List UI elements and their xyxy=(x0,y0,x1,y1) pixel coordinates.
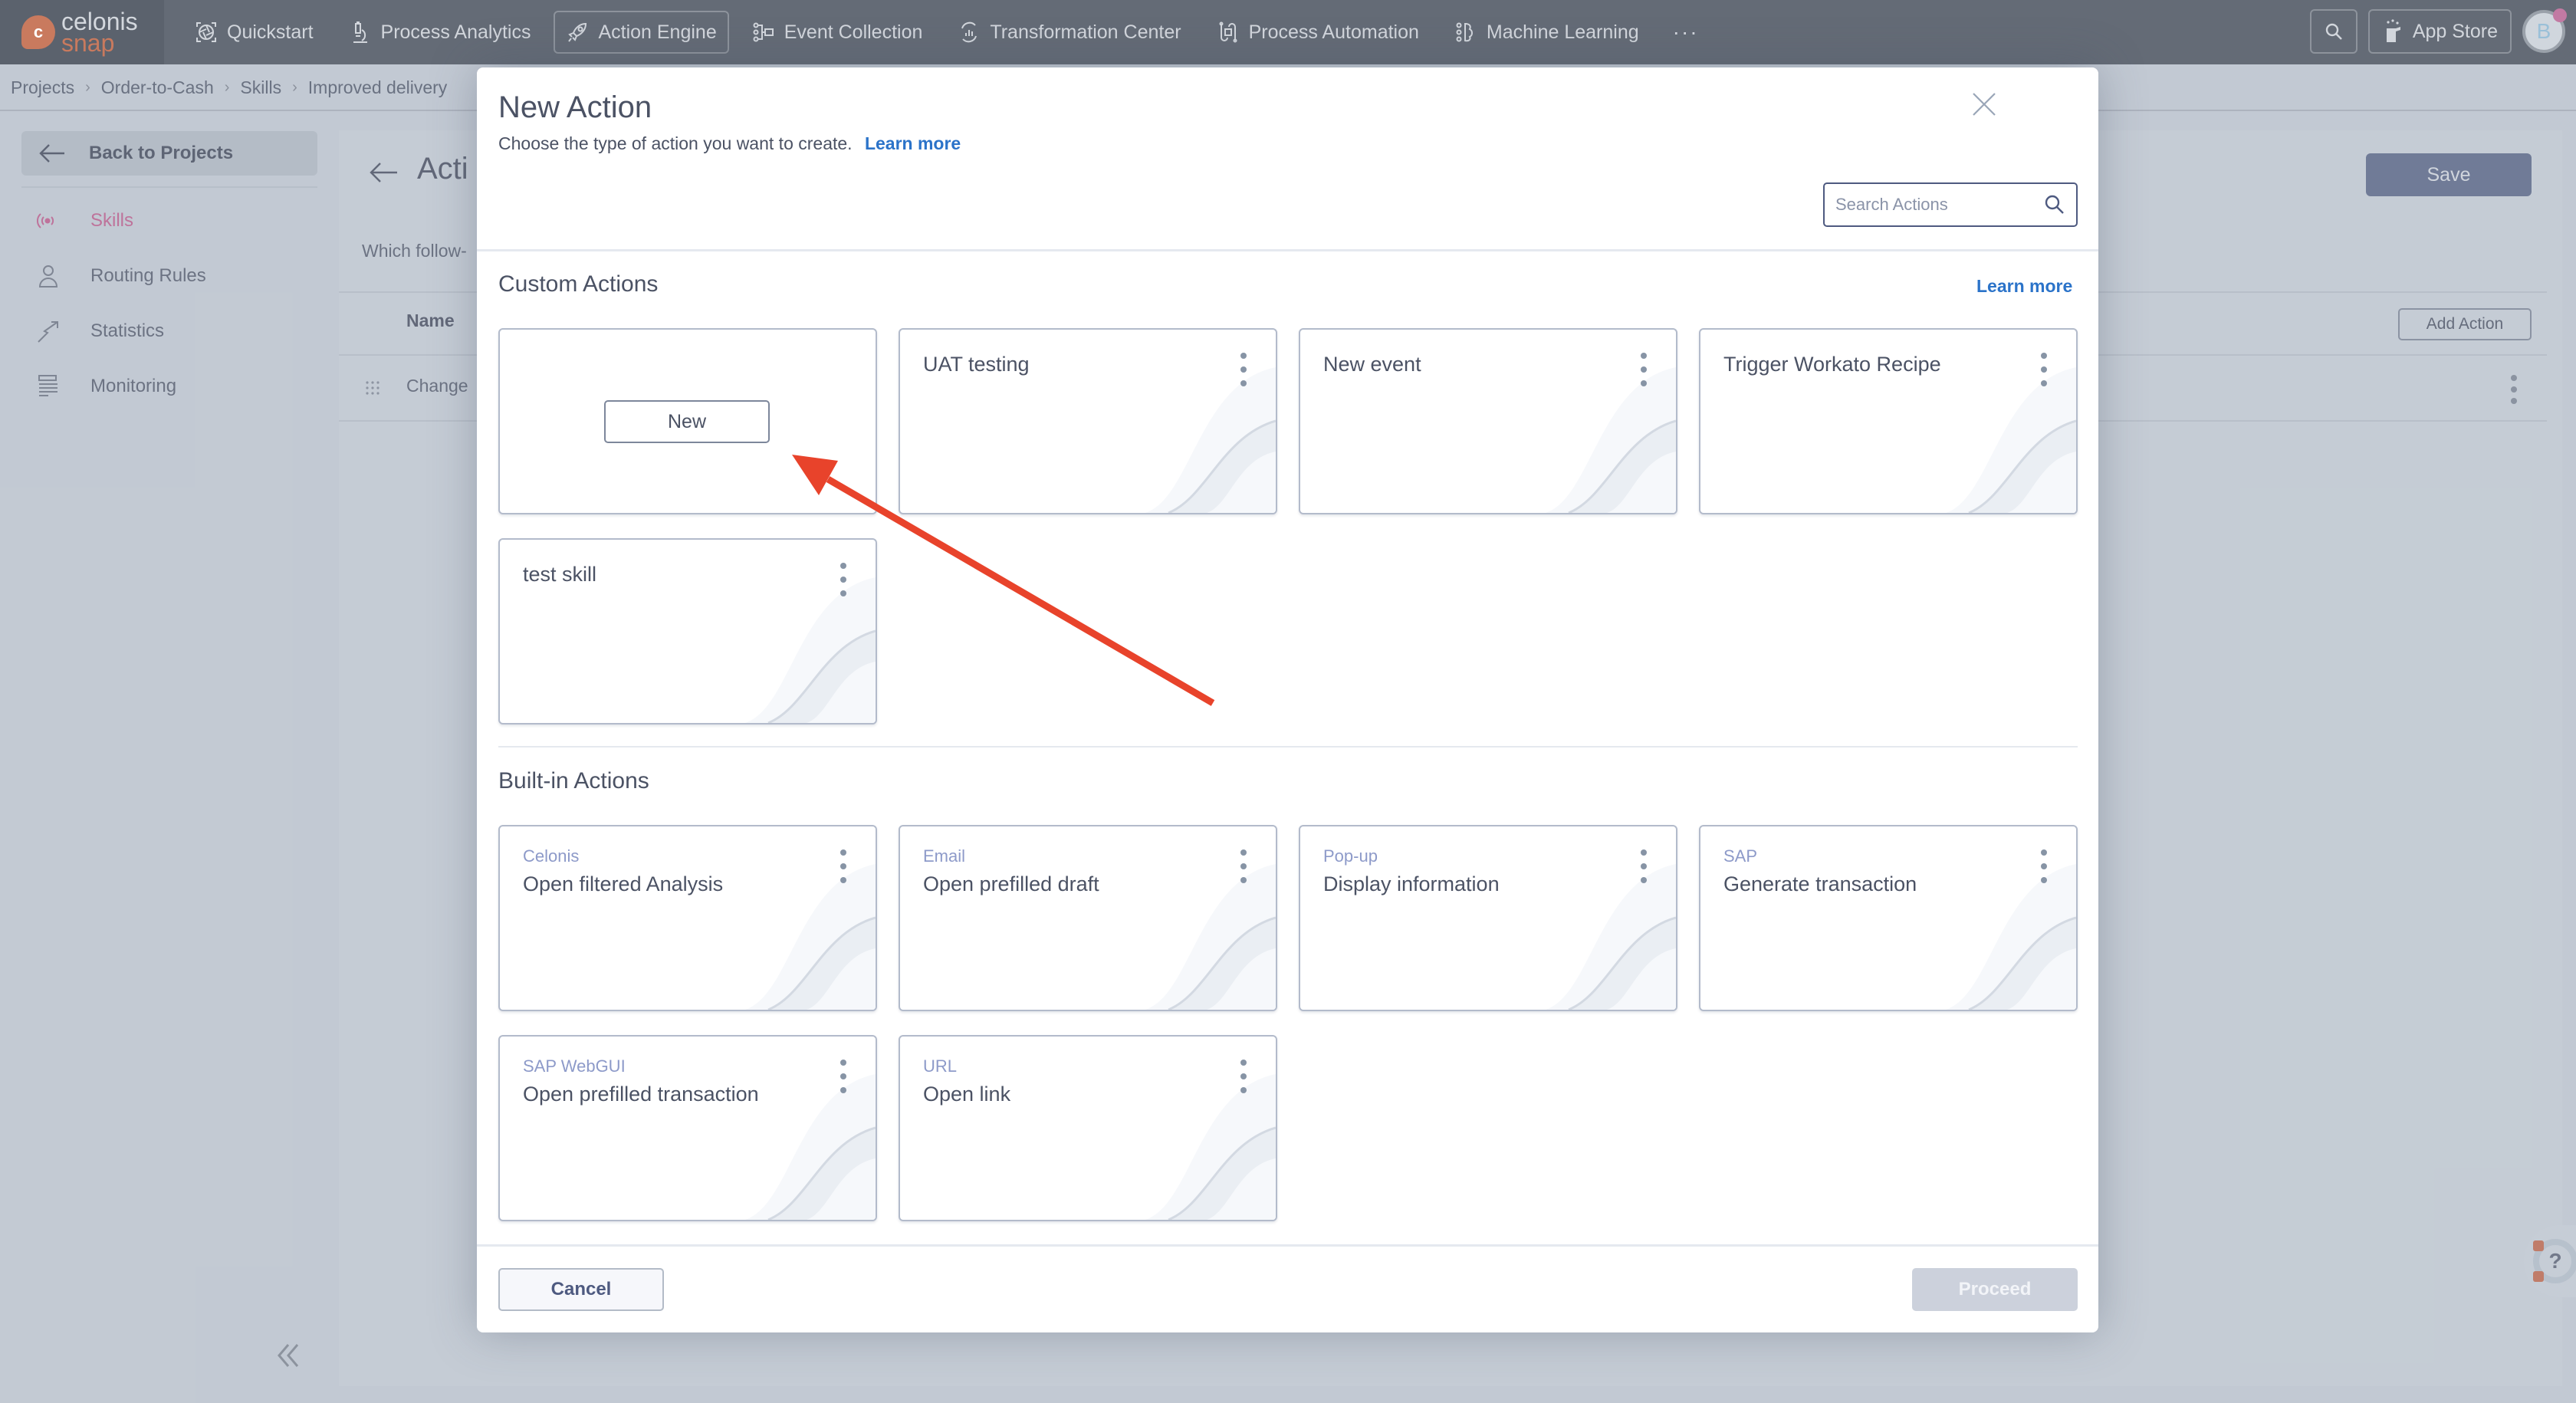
section-divider xyxy=(498,746,2078,748)
card-title: Open prefilled draft xyxy=(923,872,1099,895)
nav-label: Action Engine xyxy=(598,21,717,43)
builtin-action-card[interactable]: Celonis Open filtered Analysis xyxy=(498,825,877,1011)
new-action-modal: New Action Choose the type of action you… xyxy=(477,67,2098,1332)
event-collection-icon xyxy=(752,21,775,44)
builtin-action-card[interactable]: URL Open link xyxy=(899,1035,1277,1221)
card-more-options-icon[interactable] xyxy=(1239,353,1248,386)
microscope-icon xyxy=(349,21,372,44)
nav-action-engine[interactable]: Action Engine xyxy=(554,11,729,54)
card-wave-decoration xyxy=(745,864,876,1010)
nav-label: Transformation Center xyxy=(990,21,1181,43)
card-wave-decoration xyxy=(1946,864,2076,1010)
search-icon xyxy=(2045,195,2064,214)
modal-footer-divider xyxy=(477,1244,2098,1247)
custom-actions-learn-more-link[interactable]: Learn more xyxy=(1976,276,2072,297)
card-category: Pop-up xyxy=(1323,846,1378,866)
nav-label: Process Analytics xyxy=(380,21,531,43)
modal-title: New Action xyxy=(498,90,652,124)
user-avatar[interactable]: B xyxy=(2522,8,2567,53)
nav-label: Process Automation xyxy=(1248,21,1419,43)
card-category: SAP WebGUI xyxy=(523,1056,626,1076)
global-search-button[interactable] xyxy=(2309,9,2358,54)
search-icon xyxy=(2325,23,2342,40)
card-more-options-icon[interactable] xyxy=(2039,849,2049,883)
nav-label: Event Collection xyxy=(784,21,923,43)
builtin-action-card[interactable]: Pop-up Display information xyxy=(1299,825,1677,1011)
app-store-icon xyxy=(2386,19,2400,42)
card-more-options-icon[interactable] xyxy=(839,1060,848,1093)
main-nav: Quickstart Process Analytics Action Engi… xyxy=(164,0,1710,64)
card-category: Celonis xyxy=(523,846,580,866)
card-wave-decoration xyxy=(1145,367,1276,513)
notification-dot xyxy=(2553,8,2567,22)
card-title: Open prefilled transaction xyxy=(523,1083,759,1106)
card-more-options-icon[interactable] xyxy=(839,849,848,883)
more-nav-button[interactable]: ··· xyxy=(1662,20,1710,44)
card-more-options-icon[interactable] xyxy=(1639,353,1648,386)
nav-event-collection[interactable]: Event Collection xyxy=(740,11,935,54)
nav-label: Quickstart xyxy=(227,21,314,43)
card-title: test skill xyxy=(523,563,597,586)
proceed-button[interactable]: Proceed xyxy=(1912,1268,2078,1311)
builtin-action-card[interactable]: SAP Generate transaction xyxy=(1699,825,2078,1011)
card-more-options-icon[interactable] xyxy=(839,563,848,596)
logo-text-snap: snap xyxy=(61,29,115,57)
nav-process-automation[interactable]: Process Automation xyxy=(1204,11,1431,54)
custom-actions-heading: Custom Actions xyxy=(498,271,659,297)
card-more-options-icon[interactable] xyxy=(1239,849,1248,883)
nav-quickstart[interactable]: Quickstart xyxy=(182,11,326,54)
top-navigation-bar: c celonis snap Quickstart Process Analyt… xyxy=(0,0,2576,64)
card-category: URL xyxy=(923,1056,958,1076)
modal-header-divider xyxy=(477,249,2098,251)
nav-process-analytics[interactable]: Process Analytics xyxy=(337,11,544,54)
rocket-icon xyxy=(566,21,589,44)
modal-subtitle: Choose the type of action you want to cr… xyxy=(498,133,961,153)
card-category: Email xyxy=(923,846,966,866)
card-title: Trigger Workato Recipe xyxy=(1723,353,1941,376)
close-icon xyxy=(1973,93,1996,116)
card-wave-decoration xyxy=(1546,367,1676,513)
card-more-options-icon[interactable] xyxy=(2039,353,2049,386)
card-more-options-icon[interactable] xyxy=(1239,1060,1248,1093)
search-actions-field[interactable] xyxy=(1823,182,2078,227)
card-wave-decoration xyxy=(1145,1074,1276,1220)
card-more-options-icon[interactable] xyxy=(1639,849,1648,883)
card-title: Generate transaction xyxy=(1723,872,1917,895)
builtin-actions-heading: Built-in Actions xyxy=(498,768,649,794)
automation-icon xyxy=(1217,21,1240,44)
builtin-action-card[interactable]: SAP WebGUI Open prefilled transaction xyxy=(498,1035,877,1221)
transformation-icon xyxy=(958,21,981,44)
new-custom-action-card: New xyxy=(498,328,877,514)
new-action-button[interactable]: New xyxy=(604,400,770,443)
card-wave-decoration xyxy=(745,577,876,723)
card-title: Open link xyxy=(923,1083,1011,1106)
nav-machine-learning[interactable]: Machine Learning xyxy=(1442,11,1651,54)
card-title: Open filtered Analysis xyxy=(523,872,724,895)
search-actions-input[interactable] xyxy=(1835,195,2035,215)
card-title: UAT testing xyxy=(923,353,1030,376)
celonis-snap-logo[interactable]: c celonis snap xyxy=(0,0,164,64)
nav-transformation-center[interactable]: Transformation Center xyxy=(945,11,1193,54)
card-category: SAP xyxy=(1723,846,1758,866)
nav-label: Machine Learning xyxy=(1486,21,1639,43)
custom-action-card[interactable]: test skill xyxy=(498,538,877,724)
custom-action-card[interactable]: New event xyxy=(1299,328,1677,514)
app-store-label: App Store xyxy=(2412,20,2498,42)
card-wave-decoration xyxy=(1145,864,1276,1010)
cancel-button[interactable]: Cancel xyxy=(498,1268,664,1311)
app-store-button[interactable]: App Store xyxy=(2367,9,2512,54)
card-wave-decoration xyxy=(1546,864,1676,1010)
card-title: Display information xyxy=(1323,872,1500,895)
custom-action-card[interactable]: Trigger Workato Recipe xyxy=(1699,328,2078,514)
close-modal-button[interactable] xyxy=(1970,90,1998,118)
celonis-logo-icon: c xyxy=(21,15,55,49)
learn-more-link[interactable]: Learn more xyxy=(865,133,961,153)
builtin-action-card[interactable]: Email Open prefilled draft xyxy=(899,825,1277,1011)
brain-icon xyxy=(1454,21,1477,44)
quickstart-aperture-icon xyxy=(195,21,218,44)
custom-action-card[interactable]: UAT testing xyxy=(899,328,1277,514)
card-title: New event xyxy=(1323,353,1421,376)
